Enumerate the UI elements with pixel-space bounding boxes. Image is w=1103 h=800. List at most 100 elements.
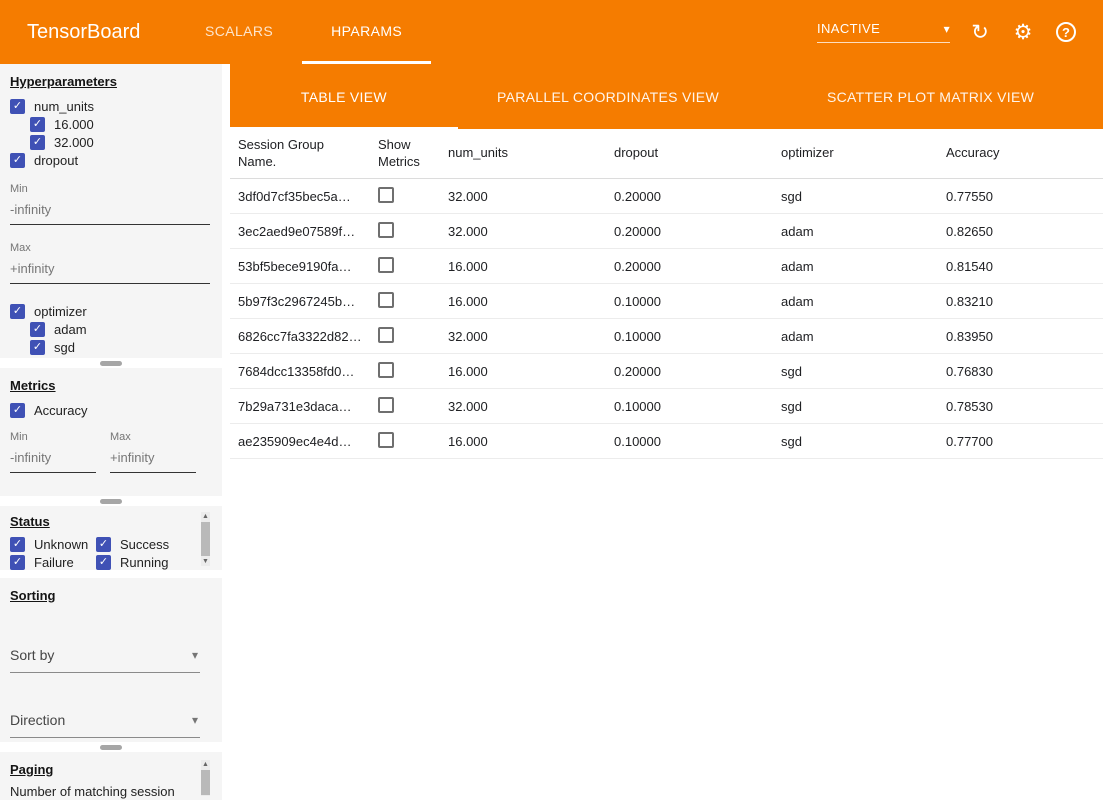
- show-metrics-checkbox[interactable]: [378, 362, 394, 378]
- dropout-min-input[interactable]: [10, 195, 210, 225]
- col-dropout: dropout: [606, 145, 773, 161]
- metrics-max-input[interactable]: [110, 443, 196, 473]
- session-group-name: 3ec2aed9e07589f…: [230, 224, 370, 239]
- dropout-value: 0.10000: [606, 434, 773, 449]
- num-units-value: 16.000: [440, 364, 606, 379]
- status-running[interactable]: ✓ Running: [96, 553, 212, 570]
- tab-table-view[interactable]: TABLE VIEW: [230, 64, 458, 129]
- dropout-value: 0.10000: [606, 294, 773, 309]
- check-icon: ✓: [99, 557, 108, 568]
- checkbox-checked-icon[interactable]: ✓: [10, 153, 25, 168]
- session-group-name: 7b29a731e3daca…: [230, 399, 370, 414]
- check-icon: ✓: [13, 306, 22, 317]
- checkbox-label: Failure: [34, 555, 74, 570]
- dropout-value: 0.10000: [606, 329, 773, 344]
- table-row: 3df0d7cf35bec5a… 32.000 0.20000 sgd 0.77…: [230, 179, 1103, 214]
- help-icon: ?: [1056, 22, 1076, 42]
- view-tabs: TABLE VIEW PARALLEL COORDINATES VIEW SCA…: [230, 64, 1103, 129]
- scroll-up-icon[interactable]: ▲: [202, 760, 209, 769]
- hparam-optimizer-value-sgd[interactable]: ✓ sgd: [30, 338, 212, 356]
- checkbox-checked-icon[interactable]: ✓: [30, 117, 45, 132]
- hparam-num-units[interactable]: ✓ num_units: [10, 97, 212, 115]
- status-failure[interactable]: ✓ Failure: [10, 553, 96, 570]
- dropout-value: 0.10000: [606, 399, 773, 414]
- checkbox-checked-icon[interactable]: ✓: [96, 537, 111, 552]
- show-metrics-checkbox[interactable]: [378, 432, 394, 448]
- checkbox-checked-icon[interactable]: ✓: [30, 322, 45, 337]
- reload-mode-select[interactable]: INACTIVE ▾: [817, 21, 950, 43]
- dropout-max-label: Max: [10, 242, 212, 254]
- table-row: ae235909ec4e4d… 16.000 0.10000 sgd 0.777…: [230, 424, 1103, 459]
- show-metrics-cell: [370, 432, 440, 451]
- direction-select[interactable]: Direction ▾: [10, 708, 200, 738]
- scroll-up-icon[interactable]: ▲: [202, 512, 209, 521]
- show-metrics-checkbox[interactable]: [378, 292, 394, 308]
- session-group-name: 7684dcc13358fd0…: [230, 364, 370, 379]
- resize-handle[interactable]: [100, 745, 122, 750]
- checkbox-checked-icon[interactable]: ✓: [10, 99, 25, 114]
- tab-scatter-plot-matrix-view[interactable]: SCATTER PLOT MATRIX VIEW: [758, 64, 1103, 129]
- checkbox-checked-icon[interactable]: ✓: [30, 340, 45, 355]
- metrics-panel: Metrics ✓ Accuracy Min Max: [0, 368, 222, 496]
- show-metrics-cell: [370, 187, 440, 206]
- checkbox-checked-icon[interactable]: ✓: [10, 304, 25, 319]
- checkbox-checked-icon[interactable]: ✓: [96, 555, 111, 570]
- panel-gap: [0, 570, 222, 578]
- optimizer-value: sgd: [773, 189, 938, 204]
- hparam-optimizer[interactable]: ✓ optimizer: [10, 302, 212, 320]
- dropout-max-input[interactable]: [10, 254, 210, 284]
- checkbox-checked-icon[interactable]: ✓: [10, 403, 25, 418]
- metric-accuracy[interactable]: ✓ Accuracy: [10, 401, 212, 419]
- show-metrics-checkbox[interactable]: [378, 257, 394, 273]
- checkbox-label: num_units: [34, 99, 94, 114]
- paging-heading: Paging: [10, 762, 212, 777]
- checkbox-label: optimizer: [34, 304, 87, 319]
- tab-scalars[interactable]: SCALARS: [176, 0, 302, 64]
- header-actions: INACTIVE ▾ ↻ ⚙ ?: [817, 19, 1103, 45]
- table-row: 5b97f3c2967245b… 16.000 0.10000 adam 0.8…: [230, 284, 1103, 319]
- gear-icon: ⚙: [1014, 22, 1033, 43]
- status-options: ✓ Unknown ✓ Success ✓ Failure ✓ Running: [10, 535, 212, 570]
- show-metrics-checkbox[interactable]: [378, 222, 394, 238]
- session-group-name: 3df0d7cf35bec5a…: [230, 189, 370, 204]
- col-accuracy: Accuracy: [938, 145, 1103, 161]
- checkbox-checked-icon[interactable]: ✓: [10, 555, 25, 570]
- help-button[interactable]: ?: [1053, 19, 1079, 45]
- num-units-value: 16.000: [440, 259, 606, 274]
- scroll-down-icon[interactable]: ▼: [202, 557, 209, 566]
- settings-button[interactable]: ⚙: [1010, 19, 1036, 45]
- hparam-num-units-value-32[interactable]: ✓ 32.000: [30, 133, 212, 151]
- dropout-min-label: Min: [10, 183, 212, 195]
- tab-hparams[interactable]: HPARAMS: [302, 0, 431, 64]
- status-unknown[interactable]: ✓ Unknown: [10, 535, 96, 553]
- metrics-heading: Metrics: [10, 378, 212, 393]
- app-title: TensorBoard: [0, 21, 168, 44]
- session-groups-table: Session Group Name. Show Metrics num_uni…: [230, 129, 1103, 800]
- paging-scrollbar[interactable]: ▲: [201, 760, 210, 796]
- sort-by-value: Sort by: [10, 647, 54, 663]
- hparam-optimizer-value-adam[interactable]: ✓ adam: [30, 320, 212, 338]
- scrollbar-thumb[interactable]: [201, 522, 210, 556]
- session-group-name: ae235909ec4e4d…: [230, 434, 370, 449]
- refresh-button[interactable]: ↻: [967, 19, 993, 45]
- check-icon: ✓: [13, 101, 22, 112]
- scrollbar-thumb[interactable]: [201, 770, 210, 795]
- optimizer-value: adam: [773, 259, 938, 274]
- tab-parallel-coordinates-view[interactable]: PARALLEL COORDINATES VIEW: [458, 64, 758, 129]
- show-metrics-checkbox[interactable]: [378, 397, 394, 413]
- resize-handle[interactable]: [100, 499, 122, 504]
- show-metrics-checkbox[interactable]: [378, 327, 394, 343]
- checkbox-checked-icon[interactable]: ✓: [10, 537, 25, 552]
- session-group-name: 6826cc7fa3322d82…: [230, 329, 370, 344]
- sort-by-select[interactable]: Sort by ▾: [10, 643, 200, 673]
- checkbox-checked-icon[interactable]: ✓: [30, 135, 45, 150]
- status-success[interactable]: ✓ Success: [96, 535, 212, 553]
- paging-panel: Paging Number of matching session groups…: [0, 752, 222, 800]
- hparam-dropout[interactable]: ✓ dropout: [10, 151, 212, 169]
- show-metrics-checkbox[interactable]: [378, 187, 394, 203]
- hparam-num-units-value-16[interactable]: ✓ 16.000: [30, 115, 212, 133]
- accuracy-value: 0.78530: [938, 399, 1103, 414]
- status-scrollbar[interactable]: ▲ ▼: [201, 512, 210, 566]
- metrics-min-input[interactable]: [10, 443, 96, 473]
- resize-handle[interactable]: [100, 361, 122, 366]
